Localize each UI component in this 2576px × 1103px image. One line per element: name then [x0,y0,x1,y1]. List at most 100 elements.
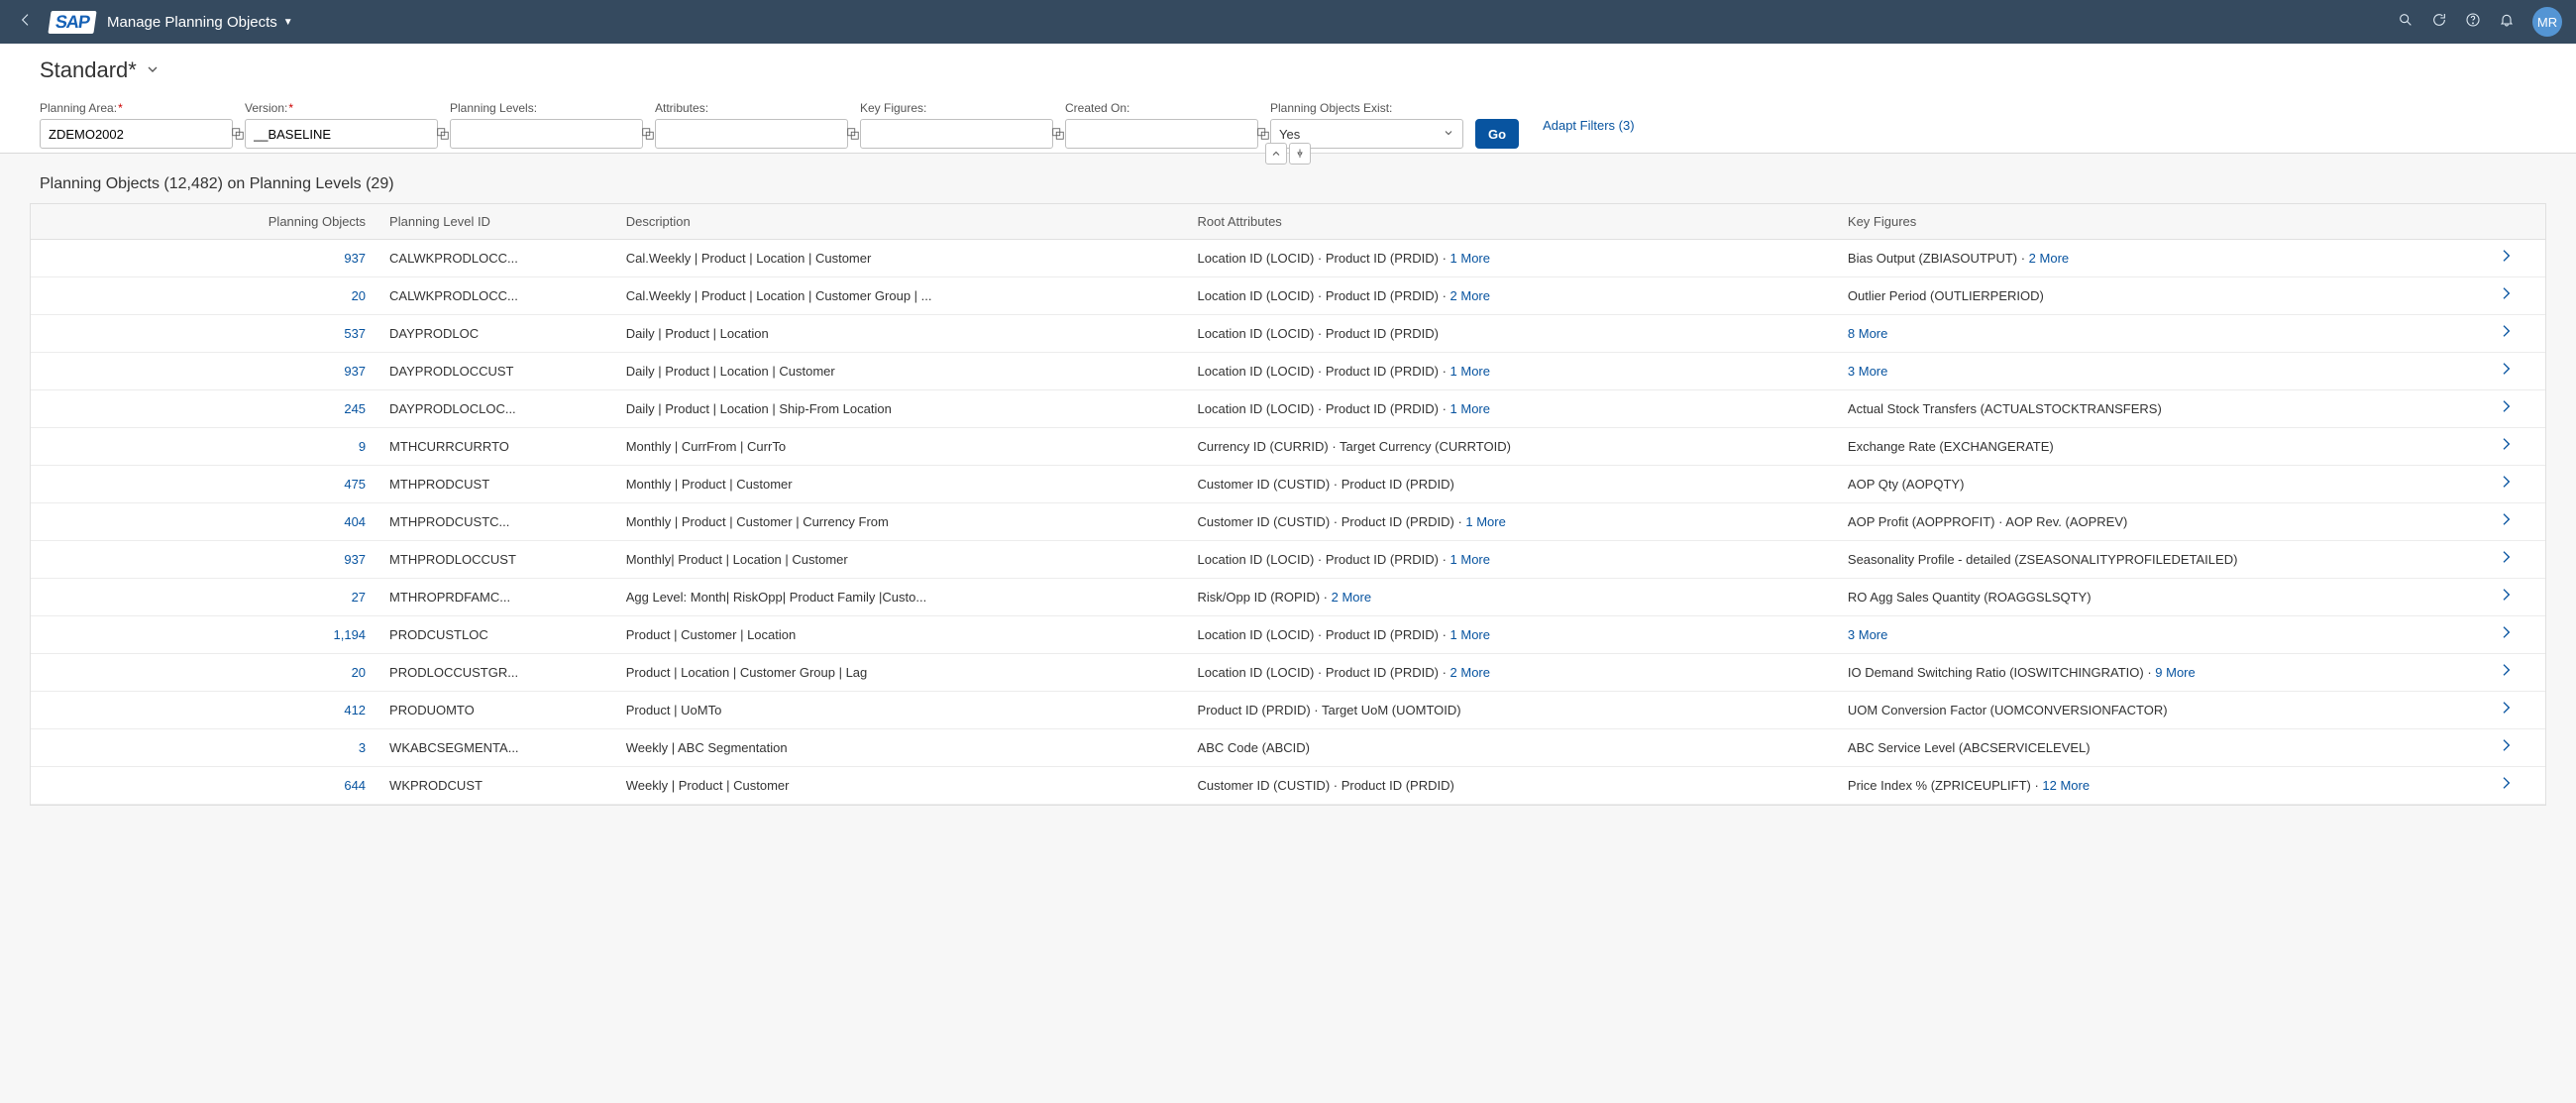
key-figures-input[interactable] [861,127,1051,142]
row-navigate-icon[interactable] [2498,587,2514,607]
planning-area-input[interactable] [41,127,231,142]
root-attributes: Customer ID (CUSTID) · Product ID (PRDID… [1186,767,1836,805]
table-row[interactable]: 27MTHROPRDFAMC...Agg Level: Month| RiskO… [31,579,2545,616]
row-navigate-icon[interactable] [2498,436,2514,456]
user-avatar[interactable]: MR [2532,7,2562,37]
value-help-icon[interactable] [846,127,860,141]
key-figures: Outlier Period (OUTLIERPERIOD) [1836,277,2466,315]
value-help-icon[interactable] [1051,127,1065,141]
planning-level-id: CALWKPRODLOCC... [377,277,614,315]
pin-header-button[interactable] [1289,143,1311,165]
value-help-icon[interactable] [231,127,245,141]
table-row[interactable]: 20CALWKPRODLOCC...Cal.Weekly | Product |… [31,277,2545,315]
kf-more-link[interactable]: 12 More [2042,778,2090,793]
table-row[interactable]: 20PRODLOCCUSTGR...Product | Location | C… [31,654,2545,692]
table-row[interactable]: 245DAYPRODLOCLOC...Daily | Product | Loc… [31,390,2545,428]
root-more-link[interactable]: 1 More [1450,401,1490,416]
row-navigate-icon[interactable] [2498,549,2514,569]
planning-objects-count[interactable]: 937 [344,251,366,266]
planning-objects-count[interactable]: 937 [344,552,366,567]
row-navigate-icon[interactable] [2498,737,2514,757]
kf-more-link[interactable]: 2 More [2029,251,2069,266]
value-help-icon[interactable] [641,127,655,141]
root-more-link[interactable]: 1 More [1450,627,1490,642]
table-row[interactable]: 937CALWKPRODLOCC...Cal.Weekly | Product … [31,240,2545,277]
app-title-text: Manage Planning Objects [107,14,277,31]
row-navigate-icon[interactable] [2498,511,2514,531]
table-row[interactable]: 475MTHPRODCUSTMonthly | Product | Custom… [31,466,2545,503]
table-row[interactable]: 1,194PRODCUSTLOCProduct | Customer | Loc… [31,616,2545,654]
description: Daily | Product | Location | Customer [614,353,1186,390]
planning-objects-count[interactable]: 9 [359,439,366,454]
table-row[interactable]: 412PRODUOMTOProduct | UoMToProduct ID (P… [31,692,2545,729]
table-row[interactable]: 537DAYPRODLOCDaily | Product | LocationL… [31,315,2545,353]
value-help-icon[interactable] [436,127,450,141]
filter-bar: Standard* Planning Area: Version: Planni… [0,44,2576,154]
row-navigate-icon[interactable] [2498,361,2514,381]
root-more-link[interactable]: 1 More [1450,552,1490,567]
refresh-icon[interactable] [2431,12,2447,32]
value-help-icon[interactable] [1256,127,1270,141]
root-more-link[interactable]: 2 More [1450,665,1490,680]
table-row[interactable]: 937MTHPRODLOCCUSTMonthly| Product | Loca… [31,541,2545,579]
notifications-icon[interactable] [2499,12,2515,32]
col-header-root[interactable]: Root Attributes [1186,204,1836,240]
planning-objects-count[interactable]: 20 [352,288,366,303]
col-header-desc[interactable]: Description [614,204,1186,240]
table-row[interactable]: 937DAYPRODLOCCUSTDaily | Product | Locat… [31,353,2545,390]
collapse-header-button[interactable] [1265,143,1287,165]
planning-objects-count[interactable]: 3 [359,740,366,755]
planning-levels-input[interactable] [451,127,641,142]
root-more-link[interactable]: 1 More [1450,364,1490,379]
attributes-input[interactable] [656,127,846,142]
root-more-link[interactable]: 1 More [1465,514,1505,529]
key-figures: 3 More [1836,616,2466,654]
planning-objects-count[interactable]: 404 [344,514,366,529]
search-icon[interactable] [2398,12,2414,32]
planning-objects-count[interactable]: 937 [344,364,366,379]
help-icon[interactable] [2465,12,2481,32]
table-row[interactable]: 9MTHCURRCURRTOMonthly | CurrFrom | CurrT… [31,428,2545,466]
planning-objects-count[interactable]: 27 [352,590,366,605]
adapt-filters-link[interactable]: Adapt Filters (3) [1543,110,1634,140]
variant-selector[interactable]: Standard* [40,57,161,83]
planning-objects-count[interactable]: 245 [344,401,366,416]
created-on-input[interactable] [1066,127,1256,142]
col-header-level[interactable]: Planning Level ID [377,204,614,240]
planning-objects-count[interactable]: 644 [344,778,366,793]
filter-created-on: Created On: [1065,101,1258,149]
description: Monthly| Product | Location | Customer [614,541,1186,579]
go-button[interactable]: Go [1475,119,1519,149]
row-navigate-icon[interactable] [2498,323,2514,343]
row-navigate-icon[interactable] [2498,285,2514,305]
row-navigate-icon[interactable] [2498,775,2514,795]
row-navigate-icon[interactable] [2498,248,2514,268]
root-more-link[interactable]: 2 More [1450,288,1490,303]
col-header-objects[interactable]: Planning Objects [102,204,377,240]
root-more-link[interactable]: 1 More [1450,251,1490,266]
key-figures: ABC Service Level (ABCSERVICELEVEL) [1836,729,2466,767]
planning-objects-count[interactable]: 537 [344,326,366,341]
app-title-dropdown[interactable]: Manage Planning Objects ▼ [107,14,293,31]
row-navigate-icon[interactable] [2498,662,2514,682]
kf-more-link[interactable]: 8 More [1848,326,1887,341]
row-navigate-icon[interactable] [2498,398,2514,418]
root-more-link[interactable]: 2 More [1332,590,1371,605]
planning-objects-count[interactable]: 475 [344,477,366,492]
kf-more-link[interactable]: 3 More [1848,364,1887,379]
planning-level-id: MTHPRODCUST [377,466,614,503]
planning-objects-count[interactable]: 412 [344,703,366,717]
planning-objects-count[interactable]: 1,194 [334,627,367,642]
row-navigate-icon[interactable] [2498,700,2514,719]
table-row[interactable]: 644WKPRODCUSTWeekly | Product | Customer… [31,767,2545,805]
row-navigate-icon[interactable] [2498,624,2514,644]
table-row[interactable]: 404MTHPRODCUSTC...Monthly | Product | Cu… [31,503,2545,541]
kf-more-link[interactable]: 9 More [2155,665,2195,680]
planning-objects-count[interactable]: 20 [352,665,366,680]
version-input[interactable] [246,127,436,142]
row-navigate-icon[interactable] [2498,474,2514,494]
table-row[interactable]: 3WKABCSEGMENTA...Weekly | ABC Segmentati… [31,729,2545,767]
back-button[interactable] [14,12,38,33]
col-header-kf[interactable]: Key Figures [1836,204,2466,240]
kf-more-link[interactable]: 3 More [1848,627,1887,642]
